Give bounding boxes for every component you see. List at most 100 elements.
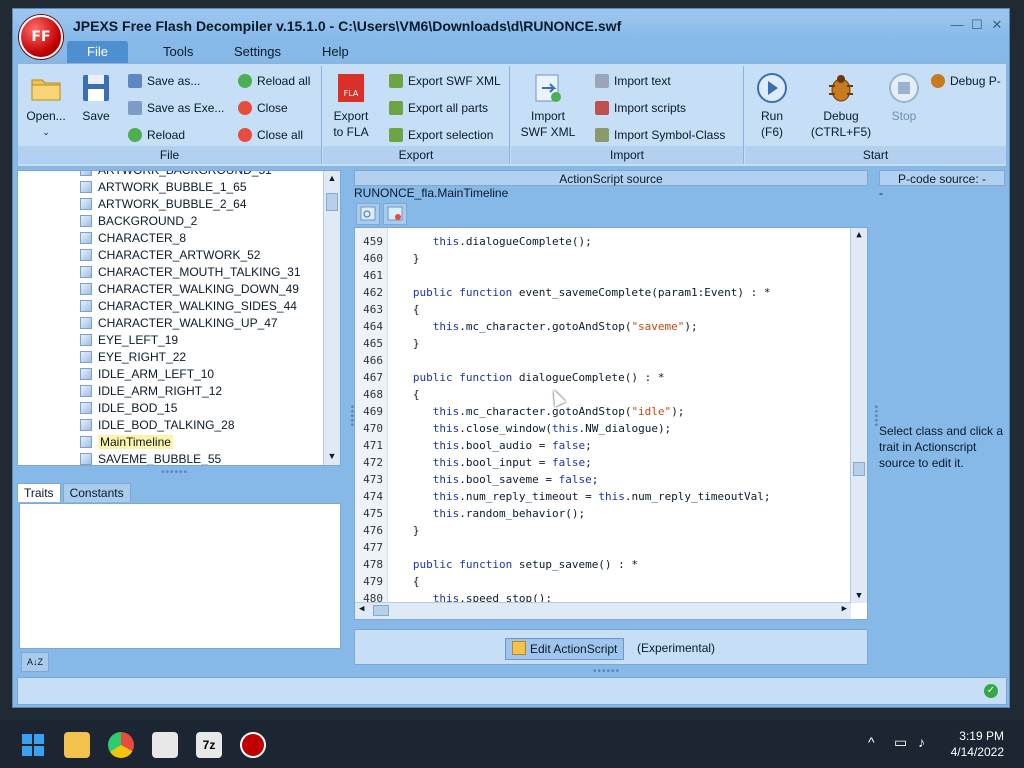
minimize-button[interactable]: — <box>949 18 965 32</box>
tree-item[interactable]: IDLE_BOD_15 <box>80 400 177 417</box>
code-hscrollbar[interactable]: ◀ ▶ <box>355 602 851 619</box>
traits-list[interactable] <box>19 503 341 649</box>
tree-item[interactable]: EYE_LEFT_19 <box>80 332 178 349</box>
java-icon[interactable] <box>152 732 178 758</box>
chrome-icon[interactable] <box>108 732 134 758</box>
code-scroll-thumb[interactable] <box>853 462 865 476</box>
code-text: .dialogueComplete(); <box>459 235 592 248</box>
code-keyword: this <box>598 490 625 503</box>
tab-traits[interactable]: Traits <box>17 483 61 502</box>
network-icon[interactable]: ▭ <box>894 734 907 751</box>
source-splitter-grip[interactable]: •••••• <box>593 666 620 677</box>
open-button[interactable]: Open... ⌄ <box>24 72 68 140</box>
debug-button[interactable]: Debug (CTRL+F5) <box>805 72 877 140</box>
reload-all-button[interactable]: Reload all <box>238 72 310 90</box>
menu-help[interactable]: Help <box>322 44 349 59</box>
status-bar: ✓ <box>17 677 1007 705</box>
volume-icon[interactable]: ♪ <box>918 734 925 750</box>
tree-item[interactable]: BACKGROUND_2 <box>80 213 197 230</box>
line-number: 472 <box>363 456 383 469</box>
scroll-up-icon[interactable]: ▲ <box>326 173 338 185</box>
scroll-right-icon[interactable]: ▶ <box>842 604 847 614</box>
edit-actionscript-button[interactable]: Edit ActionScript <box>505 638 625 660</box>
export-selection-button[interactable]: Export selection <box>389 126 493 144</box>
start-button[interactable] <box>20 732 46 758</box>
import-scripts-button[interactable]: Import scripts <box>595 99 686 117</box>
stop-button[interactable]: Stop <box>883 72 925 124</box>
code-text: ); <box>671 405 685 418</box>
clock[interactable]: 3:19 PM 4/14/2022 <box>951 728 1004 760</box>
tree-item[interactable]: CHARACTER_WALKING_SIDES_44 <box>80 298 297 315</box>
close-file-button[interactable]: Close <box>238 99 288 117</box>
tree-item[interactable]: SAVEME_BUBBLE_55 <box>80 451 221 465</box>
menu-tools[interactable]: Tools <box>163 44 193 59</box>
sprite-icon <box>80 266 92 278</box>
tree-item[interactable]: ARTWORK_BUBBLE_1_65 <box>80 179 247 196</box>
save-button[interactable]: Save <box>76 72 116 124</box>
import-group-title: Import <box>511 146 743 164</box>
tree-item[interactable]: CHARACTER_MOUTH_TALKING_31 <box>80 264 301 281</box>
tree-item[interactable]: MainTimeline <box>80 434 173 451</box>
code-string: "saveme" <box>631 320 685 333</box>
save-as-exe-button[interactable]: Save as Exe... <box>128 99 224 117</box>
scroll-up-icon[interactable]: ▲ <box>853 230 865 240</box>
file-explorer-icon[interactable] <box>64 732 90 758</box>
export-swf-xml-button[interactable]: Export SWF XML <box>389 72 501 90</box>
save-as-button[interactable]: Save as... <box>128 72 200 90</box>
tree-item[interactable]: IDLE_BOD_TALKING_28 <box>80 417 235 434</box>
tab-constants[interactable]: Constants <box>62 483 131 502</box>
file-group-title: File <box>18 146 321 164</box>
maximize-button[interactable]: ☐ <box>969 18 985 32</box>
ffdec-taskbar-icon[interactable] <box>240 732 266 758</box>
chevron-up-icon[interactable]: ^ <box>868 734 875 750</box>
export-all-parts-button[interactable]: Export all parts <box>389 99 488 117</box>
tree-item[interactable]: EYE_RIGHT_22 <box>80 349 186 366</box>
deobfuscate-button[interactable] <box>383 203 407 225</box>
left-splitter-grip[interactable]: ••••• <box>346 405 357 428</box>
tree-item[interactable]: CHARACTER_WALKING_UP_47 <box>80 315 278 332</box>
code-keyword: this <box>432 235 460 248</box>
code-string: "idle" <box>631 405 672 418</box>
tree-item-label: MainTimeline <box>98 435 173 449</box>
menu-settings[interactable]: Settings <box>234 44 281 59</box>
tree-item[interactable]: CHARACTER_ARTWORK_52 <box>80 247 260 264</box>
tree-item[interactable]: ARTWORK_BACKGROUND_51 <box>80 171 272 179</box>
scroll-down-icon[interactable]: ▼ <box>853 591 865 601</box>
import-text-button[interactable]: Import text <box>595 72 671 90</box>
reload-button[interactable]: Reload <box>128 126 185 144</box>
scroll-left-icon[interactable]: ◀ <box>359 604 364 614</box>
close-window-button[interactable]: ✕ <box>989 18 1005 32</box>
windows-icon <box>22 734 44 756</box>
tree-scrollbar[interactable]: ▲ ▼ <box>323 171 340 465</box>
tree-scroll-thumb[interactable] <box>326 193 338 211</box>
import-symbol-class-button[interactable]: Import Symbol-Class <box>595 126 725 144</box>
tree-item[interactable]: IDLE_ARM_LEFT_10 <box>80 366 214 383</box>
sort-az-button[interactable]: A↓Z <box>21 652 49 672</box>
tree-item-label: CHARACTER_WALKING_DOWN_49 <box>98 282 299 296</box>
ffdec-logo[interactable]: FF <box>19 15 63 59</box>
code-vscrollbar[interactable]: ▲ ▼ <box>850 228 867 603</box>
tree-item[interactable]: ARTWORK_BUBBLE_2_64 <box>80 196 247 213</box>
tree-item[interactable]: CHARACTER_WALKING_DOWN_49 <box>80 281 299 298</box>
code-hscroll-thumb[interactable] <box>373 605 389 616</box>
line-number: 461 <box>363 269 383 282</box>
menu-file[interactable]: File <box>67 41 128 63</box>
import-swf-xml-button[interactable]: Import SWF XML <box>517 72 579 140</box>
code-text: .random_behavior(); <box>459 507 586 520</box>
sprite-icon <box>80 283 92 295</box>
run-button[interactable]: Run (F6) <box>751 72 793 140</box>
code-editor[interactable]: 459 this.dialogueComplete(); 460 } 461 462 … <box>354 227 868 620</box>
debug-pcode-button[interactable]: Debug P- <box>931 72 1001 90</box>
close-all-icon <box>238 128 252 142</box>
tree-item[interactable]: IDLE_ARM_RIGHT_12 <box>80 383 222 400</box>
search-button[interactable] <box>356 203 380 225</box>
tree-item[interactable]: CHARACTER_8 <box>80 230 186 247</box>
close-all-button[interactable]: Close all <box>238 126 303 144</box>
7zip-icon[interactable]: 7z <box>196 732 222 758</box>
export-selection-icon <box>389 128 403 142</box>
scroll-down-icon[interactable]: ▼ <box>326 451 338 463</box>
tree-splitter-grip[interactable]: •••••• <box>161 467 188 478</box>
actionscript-header: ActionScript source <box>354 170 868 186</box>
export-to-fla-button[interactable]: FLA Export to FLA <box>327 72 375 140</box>
